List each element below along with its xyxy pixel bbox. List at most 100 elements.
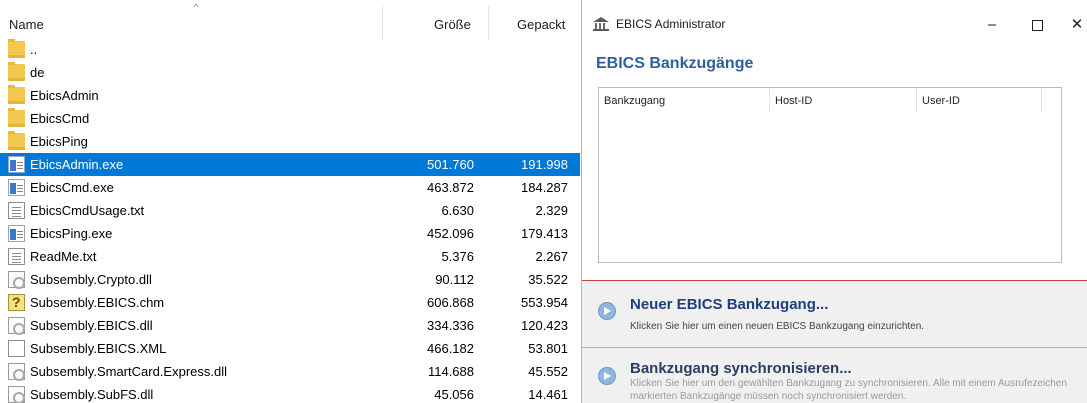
arrow-right-circle-icon (598, 367, 616, 385)
title-bar[interactable]: EBICS Administrator – ✕ (582, 0, 1087, 48)
file-name: Subsembly.Crypto.dll (30, 272, 152, 287)
column-separator[interactable] (488, 6, 489, 40)
list-column-user-id[interactable]: User-ID (922, 95, 960, 107)
close-button[interactable]: ✕ (1062, 10, 1087, 40)
file-dll-icon (8, 271, 25, 289)
bank-building-icon (593, 17, 609, 31)
file-size: 606.868 (427, 295, 474, 310)
list-column-bankzugang[interactable]: Bankzugang (604, 95, 665, 107)
file-row[interactable]: .. (0, 38, 580, 61)
file-row[interactable]: Subsembly.EBICS.dll 334.336 120.423 (0, 314, 580, 337)
file-row[interactable]: de (0, 61, 580, 84)
column-separator[interactable] (916, 88, 917, 112)
file-size: 5.376 (441, 249, 474, 264)
file-txt-icon (8, 202, 25, 219)
file-dll-icon (8, 386, 25, 403)
column-header-bar: ^ Name Größe Gepackt (0, 0, 580, 40)
file-size: 6.630 (441, 203, 474, 218)
file-dll-icon (8, 363, 25, 381)
file-row[interactable]: EbicsPing (0, 130, 580, 153)
file-name: EbicsPing (30, 134, 88, 149)
file-row[interactable]: Subsembly.Crypto.dll 90.112 35.522 (0, 268, 580, 291)
file-name: EbicsCmdUsage.txt (30, 203, 145, 218)
file-name: de (30, 65, 45, 80)
folder-icon (8, 131, 25, 150)
new-bank-access-action[interactable]: Neuer EBICS Bankzugang... Klicken Sie hi… (582, 281, 1087, 341)
file-row[interactable]: ReadMe.txt 5.376 2.267 (0, 245, 580, 268)
column-separator[interactable] (382, 6, 383, 40)
file-exe-icon (8, 179, 25, 196)
action-title[interactable]: Neuer EBICS Bankzugang... (630, 296, 828, 313)
file-name: Subsembly.EBICS.XML (30, 341, 167, 356)
file-dll-icon (8, 317, 25, 335)
file-row[interactable]: EbicsAdmin (0, 84, 580, 107)
file-name: Subsembly.EBICS.chm (30, 295, 165, 310)
action-panel: Neuer EBICS Bankzugang... Klicken Sie hi… (582, 280, 1087, 403)
maximize-button[interactable] (1022, 10, 1052, 40)
file-packed-size: 2.329 (535, 203, 568, 218)
arrow-right-circle-icon (598, 302, 616, 320)
sync-bank-access-action[interactable]: Bankzugang synchronisieren... Klicken Si… (582, 347, 1087, 403)
file-size: 501.760 (427, 157, 474, 172)
column-header-size[interactable]: Größe (434, 17, 471, 32)
file-size: 45.056 (434, 387, 474, 402)
column-header-packed[interactable]: Gepackt (517, 17, 565, 32)
file-packed-size: 35.522 (528, 272, 568, 287)
sort-caret-icon: ^ (194, 2, 199, 12)
folder-icon (8, 62, 25, 81)
action-title[interactable]: Bankzugang synchronisieren... (630, 360, 852, 377)
bank-access-list[interactable]: Bankzugang Host-ID User-ID (598, 87, 1062, 263)
action-description: Klicken Sie hier um den gewählten Bankzu… (630, 378, 1067, 402)
window-title: EBICS Administrator (616, 17, 726, 31)
file-row[interactable]: Subsembly.EBICS.XML 466.182 53.801 (0, 337, 580, 360)
file-xml-icon (8, 340, 25, 357)
file-row[interactable]: EbicsCmd.exe 463.872 184.287 (0, 176, 580, 199)
file-name: Subsembly.SubFS.dll (30, 387, 154, 402)
file-packed-size: 184.287 (521, 180, 568, 195)
file-name: ReadMe.txt (30, 249, 97, 264)
file-explorer: ^ Name Größe Gepackt .. de EbicsAdmin Ebics… (0, 0, 580, 403)
folder-icon (8, 108, 25, 127)
page-title: EBICS Bankzugänge (596, 55, 754, 72)
file-row[interactable]: EbicsAdmin.exe 501.760 191.998 (0, 153, 580, 176)
action-divider (582, 347, 1087, 348)
file-row[interactable]: Subsembly.EBICS.chm 606.868 553.954 (0, 291, 580, 314)
file-row[interactable]: Subsembly.SmartCard.Express.dll 114.688 45… (0, 360, 580, 383)
column-header-name[interactable]: Name (9, 17, 44, 32)
file-name: Subsembly.SmartCard.Express.dll (30, 364, 227, 379)
column-separator[interactable] (1041, 88, 1042, 112)
file-row[interactable]: Subsembly.SubFS.dll 45.056 14.461 (0, 383, 580, 403)
file-packed-size: 53.801 (528, 341, 568, 356)
file-name: EbicsPing.exe (30, 226, 113, 241)
action-description: Klicken Sie hier um einen neuen EBICS Ba… (630, 321, 925, 332)
list-column-host-id[interactable]: Host-ID (775, 95, 812, 107)
column-separator[interactable] (769, 88, 770, 112)
file-packed-size: 2.267 (535, 249, 568, 264)
ebics-admin-window: EBICS Administrator – ✕ EBICS Bankzugäng… (581, 0, 1087, 403)
file-row[interactable]: EbicsCmd (0, 107, 580, 130)
file-list: .. de EbicsAdmin EbicsCmd EbicsPing EbicsAdmi… (0, 38, 580, 403)
file-packed-size: 45.552 (528, 364, 568, 379)
file-packed-size: 120.423 (521, 318, 568, 333)
file-name: Subsembly.EBICS.dll (30, 318, 153, 333)
file-packed-size: 14.461 (528, 387, 568, 402)
file-size: 114.688 (427, 364, 474, 379)
file-name: EbicsCmd.exe (30, 180, 114, 195)
file-size: 463.872 (427, 180, 474, 195)
file-name: EbicsCmd (30, 111, 90, 126)
folder-icon (8, 85, 25, 104)
list-header: Bankzugang Host-ID User-ID (599, 88, 1061, 112)
file-size: 90.112 (435, 272, 474, 287)
file-name: EbicsAdmin.exe (30, 157, 124, 172)
file-row[interactable]: EbicsPing.exe 452.096 179.413 (0, 222, 580, 245)
file-exe-icon (8, 225, 25, 242)
file-exe-icon (8, 156, 25, 173)
file-packed-size: 553.954 (521, 295, 568, 310)
file-row[interactable]: EbicsCmdUsage.txt 6.630 2.329 (0, 199, 580, 222)
minimize-button[interactable]: – (977, 10, 1007, 40)
file-txt-icon (8, 248, 25, 265)
file-chm-icon (8, 294, 25, 311)
file-name: EbicsAdmin (30, 88, 99, 103)
file-name: .. (30, 42, 38, 57)
maximize-icon (1031, 19, 1043, 31)
